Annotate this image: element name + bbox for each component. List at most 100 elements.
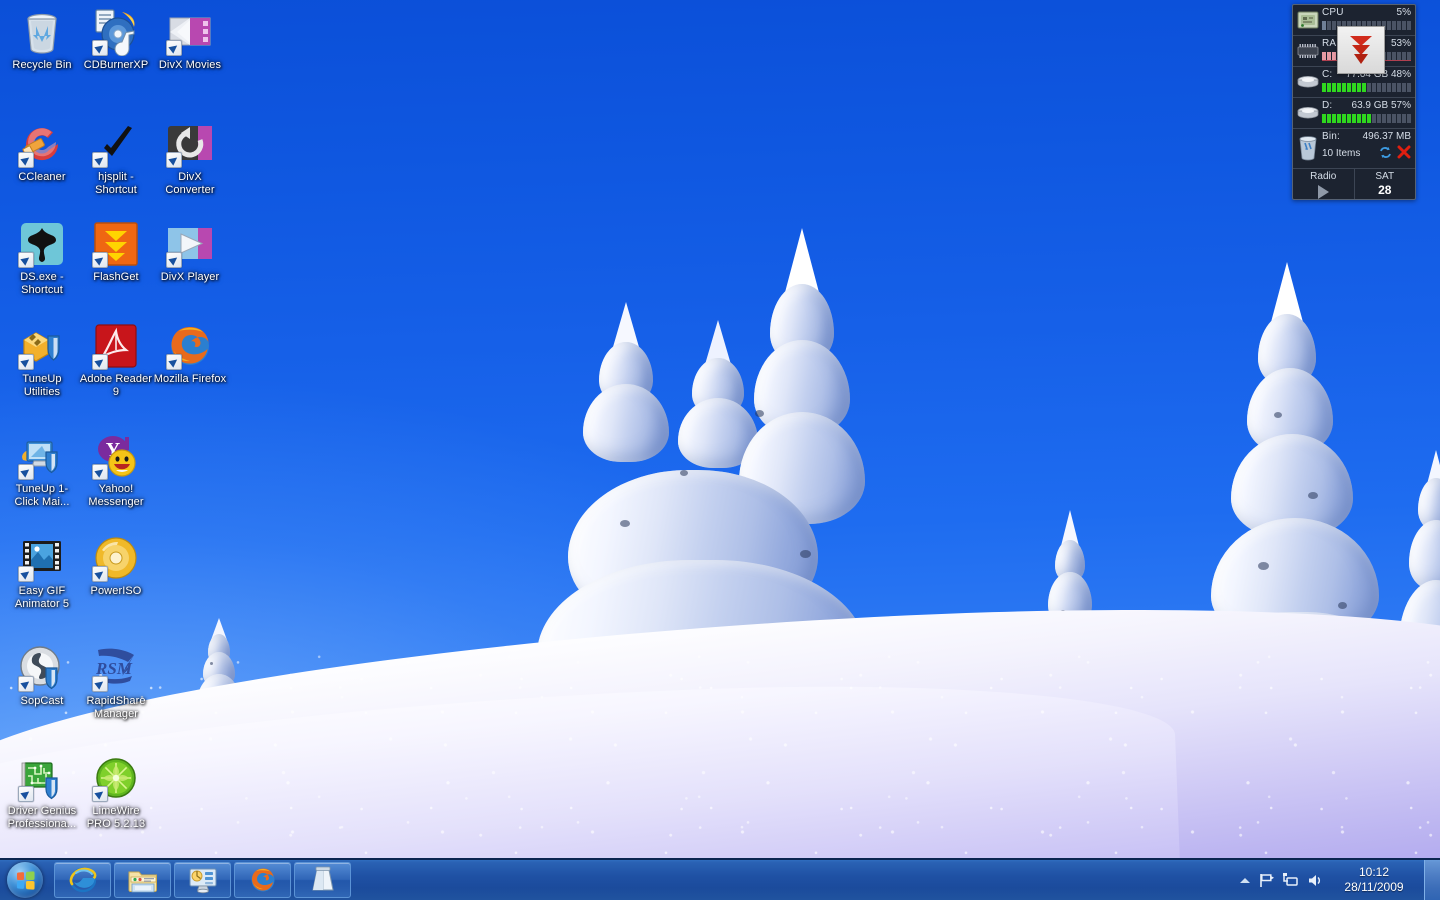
meter-segment — [1392, 52, 1396, 60]
desktop-icon-recycle-bin[interactable]: Recycle Bin — [5, 8, 79, 72]
desktop-icon-driver-genius[interactable]: Driver Genius Professiona... — [5, 754, 79, 830]
shortcut-overlay-icon — [92, 566, 108, 582]
shortcut-overlay-icon — [166, 354, 182, 370]
desktop-icon-flashget[interactable]: FlashGet — [79, 220, 153, 284]
hard-disk-icon — [1296, 102, 1320, 124]
shortcut-overlay-icon — [92, 464, 108, 480]
taskbar[interactable]: 10:12 28/11/2009 — [0, 858, 1440, 900]
network-icon[interactable] — [1278, 862, 1302, 898]
easy-gif-animator-icon — [18, 534, 66, 582]
taskbar-button-firefox[interactable] — [234, 862, 291, 898]
desktop-icon-tuneup-1click[interactable]: TuneUp 1-Click Mai... — [5, 432, 79, 508]
taskbar-button-control-panel[interactable] — [174, 862, 231, 898]
gadget-radio-label: Radio — [1310, 171, 1337, 182]
gadget-calendar-day: 28 — [1378, 183, 1392, 197]
play-icon[interactable] — [1317, 185, 1329, 199]
tuneup-utilities-icon — [18, 322, 66, 370]
desktop-icon-label: PowerISO — [90, 585, 142, 597]
gadget-row-drive-d[interactable]: D: 63.9 GB 57% — [1293, 98, 1415, 129]
meter-segment — [1352, 114, 1356, 123]
desktop-icon-grid[interactable]: Recycle Bin CDBurnerXP DivX Movies CClea… — [0, 0, 260, 860]
gadget-bottom: Radio SAT 28 — [1293, 169, 1416, 199]
shortcut-overlay-icon — [92, 354, 108, 370]
gadget-radio[interactable]: Radio — [1293, 169, 1355, 199]
clock-time: 10:12 — [1358, 865, 1390, 879]
desktop-icon-easy-gif-animator[interactable]: Easy GIF Animator 5 — [5, 534, 79, 610]
flashget-icon — [92, 220, 140, 268]
shortcut-overlay-icon — [18, 676, 34, 692]
taskbar-button-wordpad[interactable] — [294, 862, 351, 898]
gadget-drive-c-label: C: — [1322, 69, 1333, 80]
shortcut-overlay-icon — [166, 152, 182, 168]
desktop[interactable]: Recycle Bin CDBurnerXP DivX Movies CClea… — [0, 0, 1440, 900]
system-tray[interactable]: 10:12 28/11/2009 — [1236, 859, 1440, 900]
taskbar-button-windows-explorer[interactable] — [114, 862, 171, 898]
chevron-up-icon[interactable] — [1236, 862, 1254, 898]
meter-segment — [1407, 21, 1411, 30]
shortcut-overlay-icon — [18, 354, 34, 370]
desktop-icon-label: RapidShare Manager — [86, 695, 146, 720]
shortcut-overlay-icon — [18, 252, 34, 268]
meter-segment — [1372, 83, 1376, 92]
desktop-icon-adobe-reader[interactable]: Adobe Reader 9 — [79, 322, 153, 398]
desktop-icon-divx-player[interactable]: DivX Player — [153, 220, 227, 284]
desktop-icon-ccleaner[interactable]: CCleaner — [5, 120, 79, 184]
meter-segment — [1387, 114, 1391, 123]
meter-segment — [1332, 52, 1336, 60]
desktop-icon-label: CDBurnerXP — [83, 59, 149, 71]
flashget-drop-target[interactable] — [1337, 26, 1385, 74]
cpu-chip-icon — [1296, 9, 1320, 31]
divx-movies-icon — [166, 8, 214, 56]
shortcut-overlay-icon — [92, 152, 108, 168]
gadget-drive-d-bar — [1322, 114, 1411, 123]
desktop-icon-divx-movies[interactable]: DivX Movies — [153, 8, 227, 72]
ram-stick-icon — [1296, 40, 1320, 62]
desktop-icon-label: SopCast — [20, 695, 64, 707]
gadget-row-recycle-bin[interactable]: Bin: 496.37 MB 10 Items — [1293, 129, 1415, 169]
gadget-cpu-value: 5% — [1396, 7, 1411, 18]
gadget-drive-d-value: 63.9 GB 57% — [1351, 100, 1411, 111]
meter-segment — [1392, 21, 1396, 30]
quicklaunch-bar[interactable] — [54, 862, 351, 898]
desktop-icon-label: DivX Converter — [165, 171, 215, 196]
desktop-icon-sopcast[interactable]: SopCast — [5, 644, 79, 708]
desktop-icon-cdburnerxp[interactable]: CDBurnerXP — [79, 8, 153, 72]
show-desktop-button[interactable] — [1424, 860, 1440, 900]
desktop-icon-firefox[interactable]: Mozilla Firefox — [153, 322, 227, 386]
desktop-icon-tuneup-utilities[interactable]: TuneUp Utilities — [5, 322, 79, 398]
meter-segment — [1382, 114, 1386, 123]
meter-segment — [1392, 114, 1396, 123]
clock[interactable]: 10:12 28/11/2009 — [1326, 860, 1422, 900]
meter-segment — [1402, 114, 1406, 123]
desktop-icon-label: Driver Genius Professiona... — [7, 805, 77, 830]
desktop-icon-label: DivX Player — [160, 271, 220, 283]
desktop-icon-hjsplit[interactable]: hjsplit - Shortcut — [79, 120, 153, 196]
gadget-calendar[interactable]: SAT 28 — [1355, 169, 1416, 199]
desktop-icon-poweriso[interactable]: PowerISO — [79, 534, 153, 598]
desktop-icon-rapidshare-manager[interactable]: RSM RapidShare Manager — [79, 644, 153, 720]
meter-segment — [1387, 83, 1391, 92]
action-flag-icon[interactable] — [1254, 862, 1278, 898]
gadget-drive-c-bar — [1322, 83, 1411, 92]
shortcut-overlay-icon — [92, 676, 108, 692]
refresh-icon[interactable] — [1379, 146, 1392, 162]
meter-segment — [1337, 83, 1341, 92]
windows-orb-icon — [7, 862, 43, 898]
meter-segment — [1332, 114, 1336, 123]
desktop-icon-yahoo-messenger[interactable]: Y Yahoo! Messenger — [79, 432, 153, 508]
meter-segment — [1402, 52, 1406, 60]
meter-segment — [1397, 21, 1401, 30]
desktop-icon-divx-converter[interactable]: DivX Converter — [153, 120, 227, 196]
sopcast-icon — [18, 644, 66, 692]
taskbar-button-internet-explorer[interactable] — [54, 862, 111, 898]
start-button[interactable] — [2, 861, 48, 899]
delete-x-icon[interactable] — [1397, 145, 1411, 162]
desktop-icon-dsexe[interactable]: DS.exe - Shortcut — [5, 220, 79, 296]
desktop-icon-label: TuneUp 1-Click Mai... — [14, 483, 70, 508]
meter-segment — [1392, 83, 1396, 92]
meter-segment — [1342, 83, 1346, 92]
ccleaner-icon — [18, 120, 66, 168]
volume-icon[interactable] — [1302, 862, 1326, 898]
hard-disk-icon — [1296, 71, 1320, 93]
desktop-icon-limewire[interactable]: LimeWire PRO 5.2.13 — [79, 754, 153, 830]
